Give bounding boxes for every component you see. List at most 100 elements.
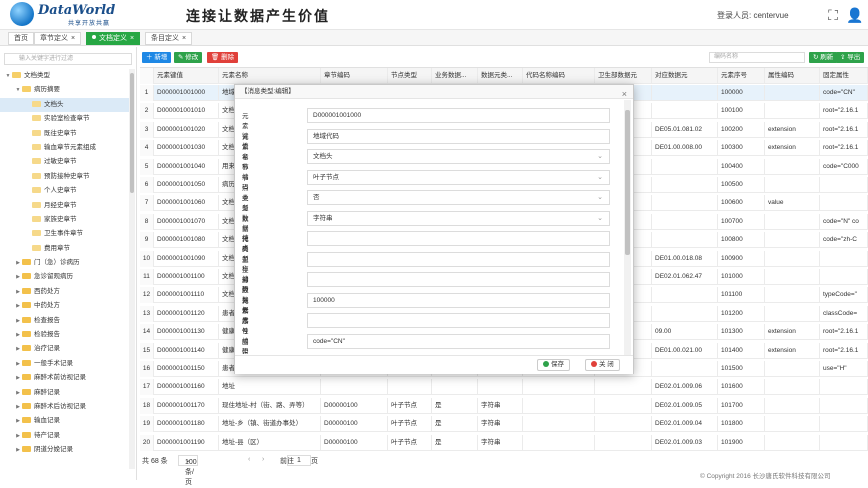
prev-page-icon[interactable]: ‹: [248, 456, 250, 463]
table-row[interactable]: 17 D000001001160 地址 DE02.01.009.06 101600: [140, 379, 868, 396]
delete-button[interactable]: 🗑 删除: [207, 52, 239, 63]
field-input[interactable]: code="CN": [307, 333, 610, 349]
caret-down-icon[interactable]: ▼: [4, 69, 12, 83]
tree-item[interactable]: ▶ 麻醉术前访视记录: [0, 371, 129, 385]
close-icon[interactable]: ×: [182, 35, 186, 42]
chevron-down-icon[interactable]: ⌄: [597, 171, 603, 184]
field-input[interactable]: 100000: [307, 292, 610, 308]
export-button[interactable]: ⇪ 导出: [836, 52, 865, 63]
tree-scrollbar[interactable]: [129, 69, 135, 469]
table-cell: [652, 195, 718, 212]
folder-icon: [22, 417, 31, 424]
tree-item[interactable]: 家族史章节: [0, 213, 129, 227]
table-cell: D000001001130: [154, 324, 219, 341]
tab-entry[interactable]: 条目定义 ×: [145, 32, 193, 45]
add-button[interactable]: ＋ 新增: [142, 52, 172, 63]
chevron-down-icon[interactable]: ⌄: [597, 150, 603, 163]
tree-item[interactable]: 卫生事件章节: [0, 227, 129, 241]
tree-item[interactable]: ▶ 检验报告: [0, 328, 129, 342]
file-icon: [32, 215, 41, 222]
field-input[interactable]: [307, 313, 610, 328]
tree-item[interactable]: 过敏史章节: [0, 155, 129, 169]
caret-right-icon[interactable]: ▶: [14, 342, 22, 356]
code-search-input[interactable]: 编码名称: [709, 52, 805, 63]
field-input[interactable]: [307, 272, 610, 287]
caret-right-icon[interactable]: ▶: [14, 256, 22, 270]
table-row[interactable]: 18 D000001001170 现住地址-村（街、路、弄等） D00000100 叶子…: [140, 397, 868, 414]
page-input[interactable]: 1: [287, 455, 311, 466]
caret-right-icon[interactable]: ▶: [14, 371, 22, 385]
check-icon: [543, 361, 549, 367]
field-input[interactable]: 地域代码: [307, 128, 610, 144]
folder-icon: [22, 302, 31, 309]
tree-item[interactable]: 费用章节: [0, 242, 129, 256]
tree-item[interactable]: 预防接种史章节: [0, 170, 129, 184]
field-input[interactable]: [307, 251, 610, 267]
tree-item[interactable]: 文档头: [0, 97, 129, 113]
field-input[interactable]: [307, 231, 610, 246]
table-row[interactable]: 19 D000001001180 地址-乡（镇、街道办事处） D00000100 叶子节…: [140, 416, 868, 433]
tree-item[interactable]: ▶ 一般手术记录: [0, 357, 129, 371]
close-button[interactable]: 关 闭: [585, 359, 620, 371]
save-button[interactable]: 保存: [537, 359, 570, 371]
chevron-down-icon[interactable]: ⌄: [597, 212, 603, 225]
caret-right-icon[interactable]: ▶: [14, 270, 22, 284]
tree-item[interactable]: 实验室检查章节: [0, 112, 129, 126]
caret-right-icon[interactable]: ▶: [14, 443, 22, 457]
tree-item[interactable]: ▼ 文档类型: [0, 69, 129, 83]
tree-item[interactable]: 既往史章节: [0, 127, 129, 141]
caret-right-icon[interactable]: ▶: [14, 357, 22, 371]
caret-down-icon[interactable]: ▼: [14, 83, 22, 97]
tree-item[interactable]: ▶ 检查报告: [0, 314, 129, 328]
tree-item[interactable]: ▶ 急诊留观病历: [0, 270, 129, 284]
chevron-down-icon[interactable]: ⌄: [597, 191, 603, 204]
caret-right-icon[interactable]: ▶: [14, 400, 22, 414]
caret-right-icon[interactable]: ▶: [14, 386, 22, 400]
field-select[interactable]: 否 ⌄: [307, 190, 610, 205]
tree-item[interactable]: ▶ 阴道分娩记录: [0, 443, 129, 457]
caret-right-icon[interactable]: ▶: [14, 314, 22, 328]
caret-right-icon[interactable]: ▶: [14, 429, 22, 443]
tree-item[interactable]: ▶ 中药处方: [0, 299, 129, 313]
field-input[interactable]: D000001001000: [307, 108, 610, 123]
caret-right-icon[interactable]: ▶: [14, 299, 22, 313]
caret-right-icon[interactable]: ▶: [14, 414, 22, 428]
fullscreen-icon[interactable]: ⛶: [824, 6, 842, 24]
tab-chapter[interactable]: 章节定义 ×: [34, 32, 82, 45]
field-select[interactable]: 字符串 ⌄: [307, 210, 610, 226]
tree-item[interactable]: 月经史章节: [0, 199, 129, 213]
tree-item[interactable]: ▶ 输血记录: [0, 414, 129, 428]
caret-right-icon[interactable]: ▶: [14, 328, 22, 342]
table-cell: 9: [140, 232, 154, 249]
tree-item[interactable]: ▶ 麻醉记录: [0, 386, 129, 400]
next-page-icon[interactable]: ›: [262, 456, 264, 463]
tab-home[interactable]: 首页: [8, 32, 34, 45]
table-row[interactable]: 20 D000001001190 地址-县（区） D00000100 叶子节点是字符串 D…: [140, 434, 868, 451]
tree-item[interactable]: ▶ 门（急）诊病历: [0, 256, 129, 270]
close-icon[interactable]: ×: [71, 35, 75, 42]
page-size-select[interactable]: 100条/页 ⌄: [178, 455, 198, 486]
tree-item[interactable]: ▶ 待产记录: [0, 429, 129, 443]
close-icon[interactable]: ×: [622, 87, 627, 101]
field-select[interactable]: 叶子节点 ⌄: [307, 169, 610, 185]
table-cell: 13: [140, 305, 154, 322]
dialog-scrollbar[interactable]: [624, 100, 631, 355]
tree-item[interactable]: ▼ 病历摘要: [0, 83, 129, 97]
tree-item[interactable]: ▶ 麻醉术后访视记录: [0, 400, 129, 414]
user-icon[interactable]: 👤: [846, 6, 864, 24]
caret-right-icon[interactable]: ▶: [14, 285, 22, 299]
tree-search-input[interactable]: 输入关键字进行过滤: [4, 53, 132, 65]
table-cell: [765, 434, 820, 451]
field-select[interactable]: 文档头 ⌄: [307, 149, 610, 164]
tree-item[interactable]: ▶ 治疗记录: [0, 342, 129, 356]
tree-item[interactable]: 个人史章节: [0, 184, 129, 198]
close-icon[interactable]: ×: [130, 35, 134, 42]
table-cell: 101200: [718, 305, 765, 322]
refresh-button[interactable]: ↻ 刷新: [809, 52, 838, 63]
edit-button[interactable]: ✎ 修改: [174, 52, 203, 63]
tree-item[interactable]: 输血章节元素组成: [0, 141, 129, 155]
tab-document[interactable]: 文档定义 ×: [86, 32, 141, 45]
field-value: D000001001000: [313, 112, 362, 119]
tree-item[interactable]: ▶ 西药处方: [0, 285, 129, 299]
column-header: 卫生部数据元: [595, 68, 652, 84]
